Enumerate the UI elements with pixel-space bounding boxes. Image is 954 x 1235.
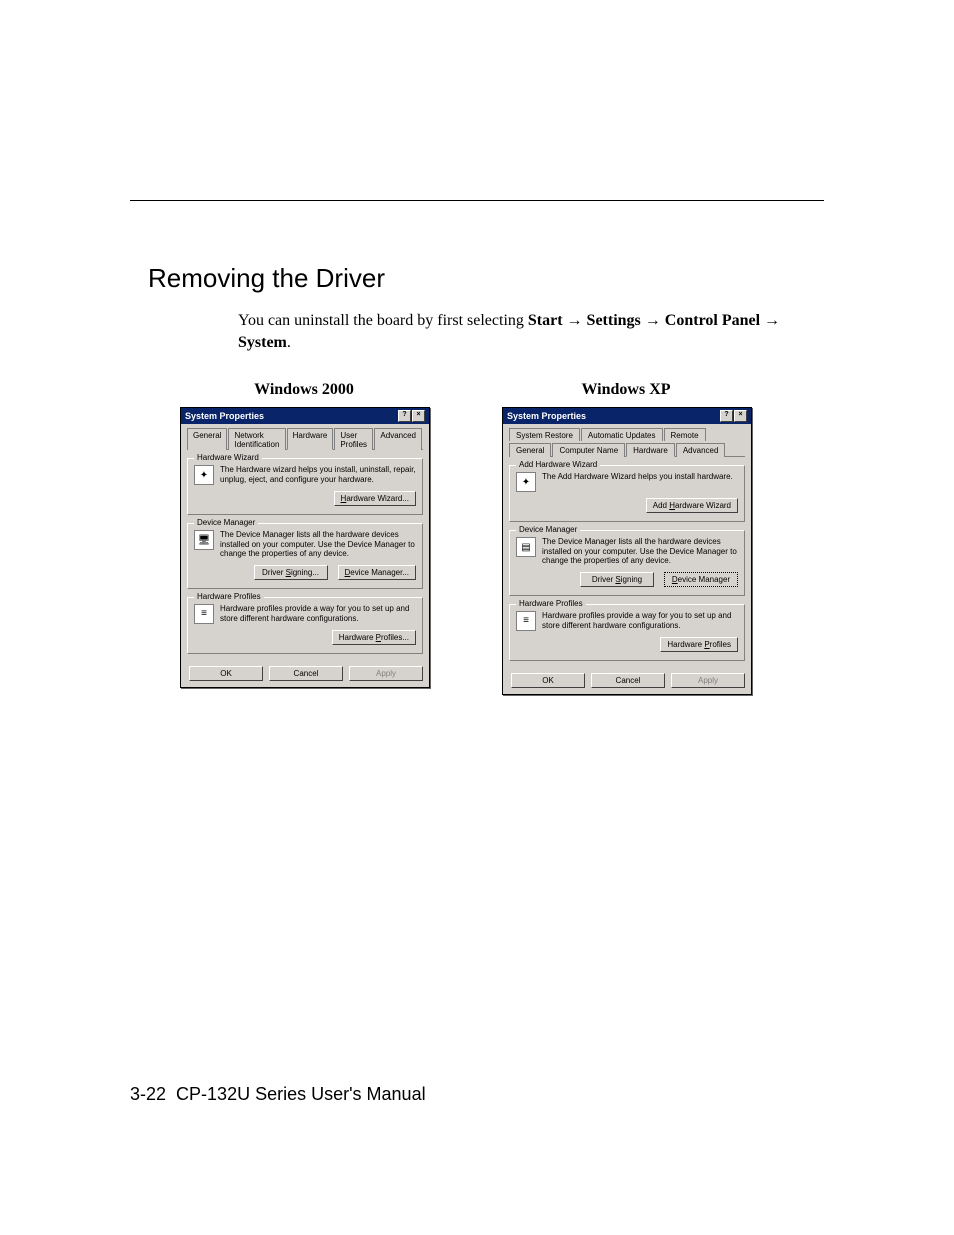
dialog-title: System Properties [507,411,586,421]
column-winxp: Windows XP System Properties ? × System … [502,381,750,695]
group-title: Device Manager [516,525,580,534]
group-add-hardware-wizard: Add Hardware Wizard ✦ The Add Hardware W… [509,465,745,522]
arrow-icon: → [567,312,583,329]
close-button[interactable]: × [412,410,425,422]
tab-network-id[interactable]: Network Identification [228,428,285,450]
tab-remote[interactable]: Remote [664,428,706,441]
tab-advanced[interactable]: Advanced [676,443,726,457]
group-hardware-profiles: Hardware Profiles ≡ Hardware profiles pr… [187,597,423,654]
group-title: Hardware Profiles [194,592,264,601]
wizard-icon: ✦ [516,472,536,492]
add-hardware-wizard-button[interactable]: Add Hardware Wizard [646,498,738,513]
page-footer: 3-22 CP-132U Series User's Manual [130,1084,426,1105]
column-win2000: Windows 2000 System Properties ? × Gener… [180,381,428,695]
path-settings: Settings [587,312,641,329]
dialog-win2000: System Properties ? × General Network Id… [180,407,430,688]
tab-computer-name[interactable]: Computer Name [552,443,625,457]
tabs-row1: System Restore Automatic Updates Remote [509,427,745,440]
dev-mgr-desc: The Device Manager lists all the hardwar… [220,530,416,559]
tab-general[interactable]: General [509,443,551,457]
wizard-icon: ✦ [194,465,214,485]
group-device-manager: Device Manager ▤ The Device Manager list… [509,530,745,596]
cancel-button[interactable]: Cancel [269,666,343,681]
arrow-icon: → [645,312,661,329]
tabs: General Network Identification Hardware … [187,427,423,450]
close-button[interactable]: × [734,410,747,422]
add-hw-desc: The Add Hardware Wizard helps you instal… [542,472,738,482]
path-controlpanel: Control Panel [665,312,760,329]
group-title: Add Hardware Wizard [516,460,600,469]
dialog-title: System Properties [185,411,264,421]
driver-signing-button[interactable]: Driver Signing [580,572,654,587]
hardware-profiles-button[interactable]: Hardware Profiles [660,637,738,652]
tab-system-restore[interactable]: System Restore [509,428,580,441]
arrow-icon: → [764,312,780,329]
dialog-winxp: System Properties ? × System Restore Aut… [502,407,752,695]
titlebar: System Properties ? × [503,408,751,424]
dev-mgr-desc: The Device Manager lists all the hardwar… [542,537,738,566]
group-title: Hardware Wizard [194,453,262,462]
btn-label: ardware Wizard... [346,494,409,503]
header-rule [130,200,824,201]
manual-title: CP-132U Series User's Manual [176,1084,426,1104]
path-start: Start [528,312,563,329]
column-title-winxp: Windows XP [502,381,750,399]
group-device-manager: Device Manager 🖥 The Device Manager list… [187,523,423,589]
tab-auto-updates[interactable]: Automatic Updates [581,428,663,441]
help-button[interactable]: ? [398,410,411,422]
chip-icon: ▤ [516,537,536,557]
titlebar: System Properties ? × [181,408,429,424]
hardware-profiles-button[interactable]: Hardware Profiles... [332,630,416,645]
profile-icon: ≡ [194,604,214,624]
apply-button[interactable]: Apply [349,666,423,681]
hw-profiles-desc: Hardware profiles provide a way for you … [220,604,416,623]
cancel-button[interactable]: Cancel [591,673,665,688]
profile-icon: ≡ [516,611,536,631]
device-manager-button[interactable]: Device Manager [664,572,738,587]
tabs-row2: General Computer Name Hardware Advanced [509,442,745,457]
monitor-icon: 🖥 [194,530,214,550]
tab-hardware[interactable]: Hardware [287,428,334,450]
intro-paragraph: You can uninstall the board by first sel… [238,310,824,353]
hw-wizard-desc: The Hardware wizard helps you install, u… [220,465,416,484]
help-button[interactable]: ? [720,410,733,422]
intro-text: You can uninstall the board by first sel… [238,312,528,329]
period: . [287,334,291,351]
group-title: Hardware Profiles [516,599,586,608]
device-manager-button[interactable]: Device Manager... [338,565,416,580]
tab-general[interactable]: General [187,428,227,450]
column-title-win2000: Windows 2000 [180,381,428,399]
ok-button[interactable]: OK [511,673,585,688]
group-hardware-profiles: Hardware Profiles ≡ Hardware profiles pr… [509,604,745,661]
tab-hardware[interactable]: Hardware [626,443,675,457]
tab-user-profiles[interactable]: User Profiles [334,428,373,450]
hardware-wizard-button[interactable]: Hardware Wizard... [334,491,416,506]
ok-button[interactable]: OK [189,666,263,681]
driver-signing-button[interactable]: Driver Signing... [254,565,328,580]
group-title: Device Manager [194,518,258,527]
page-number: 3-22 [130,1084,166,1104]
section-heading: Removing the Driver [148,263,824,294]
tab-advanced[interactable]: Advanced [374,428,422,450]
path-system: System [238,334,287,351]
apply-button[interactable]: Apply [671,673,745,688]
group-hardware-wizard: Hardware Wizard ✦ The Hardware wizard he… [187,458,423,515]
hw-profiles-desc: Hardware profiles provide a way for you … [542,611,738,630]
